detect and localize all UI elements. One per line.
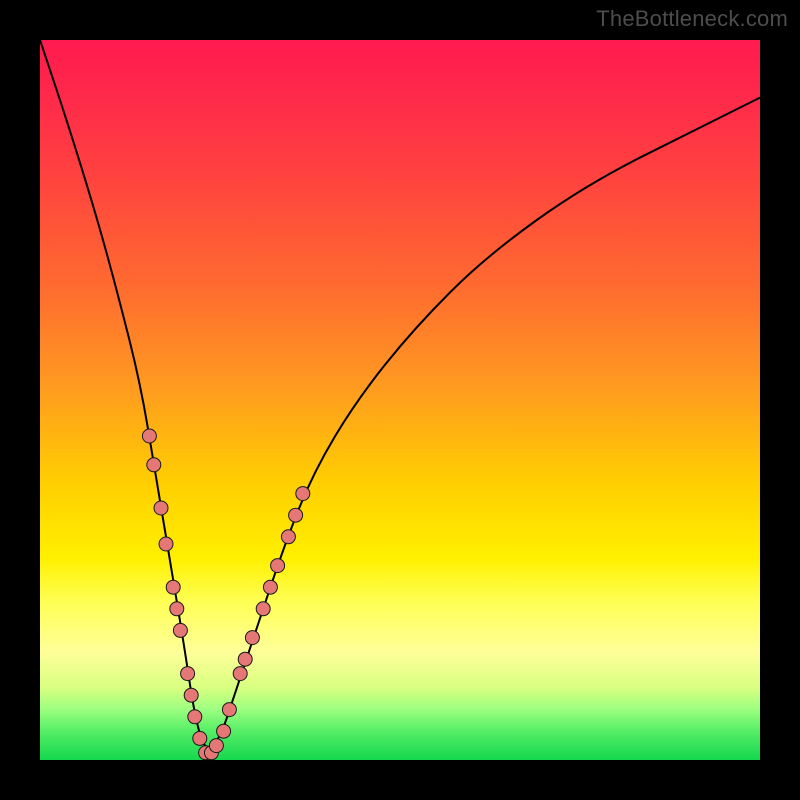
series-marker — [256, 602, 270, 616]
series-marker — [263, 580, 277, 594]
watermark-text: TheBottleneck.com — [596, 6, 788, 32]
series-marker — [147, 458, 161, 472]
series-marker — [173, 623, 187, 637]
bottleneck-curve — [40, 40, 760, 748]
series-marker — [170, 602, 184, 616]
series-marker — [296, 487, 310, 501]
plot-area — [40, 40, 760, 760]
series-marker — [209, 739, 223, 753]
chart-svg — [40, 40, 760, 760]
series-marker — [142, 429, 156, 443]
chart-frame: TheBottleneck.com — [0, 0, 800, 800]
series-marker — [222, 703, 236, 717]
series-marker — [245, 631, 259, 645]
series-marker — [188, 710, 202, 724]
series-marker — [281, 530, 295, 544]
series-marker — [159, 537, 173, 551]
series-marker — [217, 724, 231, 738]
series-marker — [181, 667, 195, 681]
series-marker — [166, 580, 180, 594]
series-marker — [233, 667, 247, 681]
series-marker — [238, 652, 252, 666]
series-marker — [289, 508, 303, 522]
series-marker — [154, 501, 168, 515]
series-marker — [193, 731, 207, 745]
series-marker — [184, 688, 198, 702]
marker-group — [142, 429, 309, 760]
series-marker — [271, 559, 285, 573]
